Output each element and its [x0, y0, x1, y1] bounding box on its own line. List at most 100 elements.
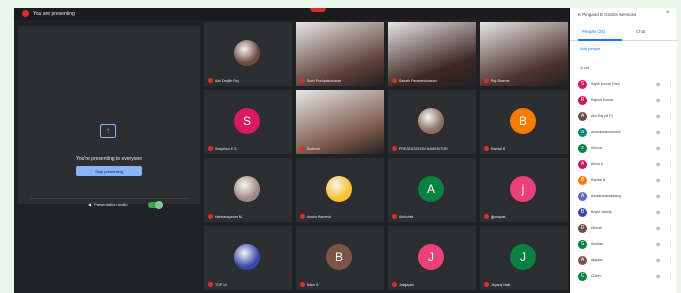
- presenting-label: You are presenting: [33, 10, 75, 17]
- participant-list-item[interactable]: R Rajesh Kumar ⊘ ⋮: [578, 94, 674, 108]
- participant-tile[interactable]: J Jalajayan: [388, 226, 476, 290]
- mic-off-icon: [208, 78, 213, 83]
- participant-name-text: Adv Dwijith Raj: [215, 78, 239, 83]
- participant-list-item[interactable]: S Sundari ⊘ ⋮: [578, 238, 674, 252]
- participant-tile[interactable]: Sanath Parameshwaran: [388, 22, 476, 86]
- mic-off-icon: [484, 214, 489, 219]
- participant-avatar: B: [578, 176, 587, 185]
- participant-name: Sunil Pushpakumaran: [300, 78, 341, 83]
- participant-name-text: Raj Sharma: [491, 78, 510, 83]
- participant-name-text: Anshu Ramesh: [307, 214, 331, 219]
- participant-name-text: Ramlal B: [491, 146, 506, 151]
- mic-off-icon[interactable]: ⊘: [656, 98, 660, 104]
- stop-presenting-button[interactable]: Stop presenting: [76, 166, 142, 176]
- more-options-icon[interactable]: ⋮: [668, 257, 673, 263]
- more-options-icon[interactable]: ⋮: [668, 209, 673, 215]
- participant-name-text: TOP 10: [215, 282, 227, 287]
- participant-list-name: Aisha K: [591, 162, 604, 166]
- more-options-icon[interactable]: ⋮: [668, 145, 673, 151]
- participant-tile[interactable]: j jijjonayak: [480, 158, 568, 222]
- more-options-icon[interactable]: ⋮: [668, 177, 673, 183]
- participant-name-text: Sunil Pushpakumaran: [307, 78, 342, 83]
- participant-tile[interactable]: Sudheer: [296, 90, 384, 154]
- participant-name: PRESENTATION NAMEDITOR: [392, 146, 448, 151]
- participant-avatar: A: [578, 112, 587, 121]
- mic-off-icon[interactable]: ⊘: [656, 274, 660, 280]
- tab-chat[interactable]: Chat: [636, 29, 646, 34]
- close-icon[interactable]: ×: [666, 10, 670, 16]
- participant-list-item[interactable]: B Ramlal B ⊘ ⋮: [578, 174, 674, 188]
- participant-name-text: jijjonayak: [491, 214, 506, 219]
- participant-list-item[interactable]: S Sajith Kumar (You) ⊘ ⋮: [578, 78, 674, 92]
- mic-off-icon: [484, 282, 489, 287]
- speaker-icon: ◀: [88, 202, 92, 207]
- participant-list-item[interactable]: A Aisha K ⊘ ⋮: [578, 158, 674, 172]
- participant-tile[interactable]: Adv Dwijith Raj: [204, 22, 292, 86]
- participant-video: [296, 22, 384, 86]
- participant-list-item[interactable]: A Abc Raj (M P) ⊘ ⋮: [578, 110, 674, 124]
- participant-name-text: Sudheer: [307, 146, 321, 151]
- recording-indicator: [310, 8, 326, 12]
- more-options-icon[interactable]: ⋮: [668, 241, 673, 247]
- participant-list-item[interactable]: a arnavkadaverkozhi ⊘ ⋮: [578, 126, 674, 140]
- participant-name-text: Jalajayan: [399, 282, 414, 287]
- participant-list-name: Bright Variety: [591, 210, 612, 214]
- more-options-icon[interactable]: ⋮: [668, 273, 673, 279]
- participant-list-item[interactable]: B Bright Variety ⊘ ⋮: [578, 206, 674, 220]
- participant-list-name: CUser: [591, 274, 601, 278]
- participant-avatar: [418, 108, 444, 134]
- participant-tile[interactable]: Sunil Pushpakumaran: [296, 22, 384, 86]
- mic-off-icon[interactable]: ⊘: [656, 146, 660, 152]
- presentation-audio-toggle[interactable]: [148, 201, 163, 209]
- more-options-icon[interactable]: ⋮: [668, 161, 673, 167]
- mic-off-icon: [208, 146, 213, 151]
- participant-tile[interactable]: PRESENTATION NAMEDITOR: [388, 90, 476, 154]
- mic-off-icon[interactable]: ⊘: [656, 242, 660, 248]
- participant-name: Jeyaraj Naik: [484, 282, 510, 287]
- participant-list-item[interactable]: s Sriniva ⊘ ⋮: [578, 142, 674, 156]
- more-options-icon[interactable]: ⋮: [668, 81, 673, 87]
- participant-name-text: Sanath Parameshwaran: [399, 78, 437, 83]
- participant-list-item[interactable]: A Ajayam ⊘ ⋮: [578, 254, 674, 268]
- participant-avatar: R: [578, 96, 587, 105]
- more-options-icon[interactable]: ⋮: [668, 97, 673, 103]
- participant-list-name: Sundari: [591, 242, 604, 246]
- mic-off-icon[interactable]: ⊘: [656, 194, 660, 200]
- participant-tile[interactable]: Raj Sharma: [480, 22, 568, 86]
- more-options-icon[interactable]: ⋮: [668, 129, 673, 135]
- participant-tile[interactable]: S Shajahan K S: [204, 90, 292, 154]
- participant-tile[interactable]: J Jeyaraj Naik: [480, 226, 568, 290]
- mic-off-icon[interactable]: ⊘: [656, 178, 660, 184]
- participant-list-name: arnavkadaverkozhi: [591, 130, 621, 134]
- participant-tile[interactable]: B Ramlal B: [480, 90, 568, 154]
- participant-name: Jalajayan: [392, 282, 414, 287]
- participant-tile[interactable]: TOP 10: [204, 226, 292, 290]
- participant-avatar: B: [510, 108, 536, 134]
- participant-tile[interactable]: A Abhishek: [388, 158, 476, 222]
- meeting-title: K Pingand E Grants Services: [578, 12, 637, 17]
- more-options-icon[interactable]: ⋮: [668, 225, 673, 231]
- participant-avatar: S: [234, 108, 260, 134]
- participant-name-text: Abhishek: [399, 214, 414, 219]
- mic-off-icon[interactable]: ⊘: [656, 114, 660, 120]
- mic-off-icon[interactable]: ⊘: [656, 82, 660, 88]
- mic-off-icon[interactable]: ⊘: [656, 210, 660, 216]
- more-options-icon[interactable]: ⋮: [668, 113, 673, 119]
- participant-name-text: Babu S: [307, 282, 319, 287]
- participant-tile[interactable]: Anshu Ramesh: [296, 158, 384, 222]
- more-options-icon[interactable]: ⋮: [668, 193, 673, 199]
- mic-off-icon: [208, 214, 213, 219]
- participant-tile[interactable]: B Babu S: [296, 226, 384, 290]
- mic-off-icon[interactable]: ⊘: [656, 226, 660, 232]
- tab-people[interactable]: People (25): [582, 29, 605, 34]
- mic-off-icon[interactable]: ⊘: [656, 130, 660, 136]
- mic-off-icon[interactable]: ⊘: [656, 258, 660, 264]
- mic-off-icon[interactable]: ⊘: [656, 162, 660, 168]
- participant-avatar: B: [326, 244, 352, 270]
- participant-list-item[interactable]: D Dinesh ⊘ ⋮: [578, 222, 674, 236]
- add-people-button[interactable]: Add people: [580, 46, 600, 51]
- participant-list-item[interactable]: C CUser ⊘ ⋮: [578, 270, 674, 284]
- participant-avatar: a: [578, 128, 587, 137]
- participant-list-item[interactable]: A Asokkumaraswamy ⊘ ⋮: [578, 190, 674, 204]
- participant-tile[interactable]: Harinarayanan M.: [204, 158, 292, 222]
